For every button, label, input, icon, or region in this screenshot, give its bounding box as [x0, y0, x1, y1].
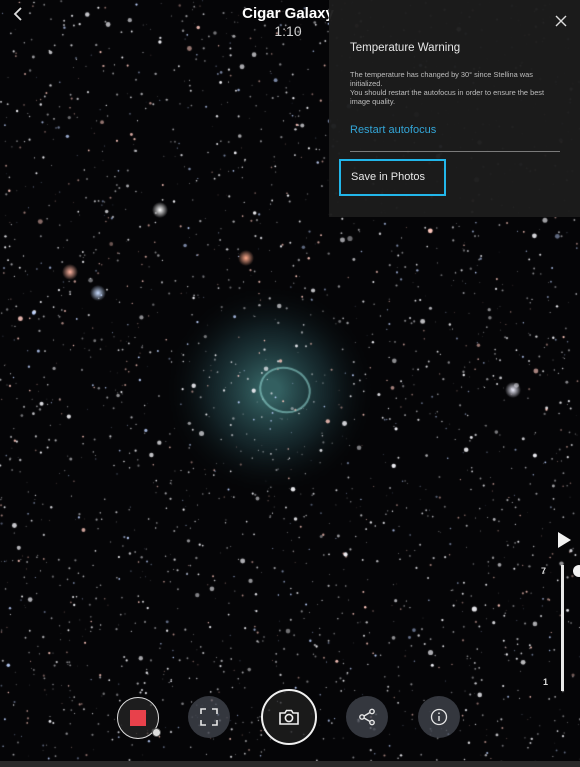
- warning-body-line1: The temperature has changed by 30° since…: [350, 70, 533, 88]
- capture-button[interactable]: [261, 689, 317, 745]
- restart-autofocus-link[interactable]: Restart autofocus: [350, 124, 436, 136]
- frame-button[interactable]: [188, 696, 230, 738]
- record-status-dot: [152, 728, 161, 737]
- play-icon[interactable]: [556, 531, 572, 549]
- info-icon: [430, 708, 448, 726]
- info-button[interactable]: [418, 696, 460, 738]
- warning-body-line2: You should restart the autofocus in orde…: [350, 88, 545, 106]
- stack-slider-thumb[interactable]: [573, 565, 580, 577]
- back-icon[interactable]: [8, 6, 28, 26]
- save-in-photos-button[interactable]: Save in Photos: [339, 159, 446, 196]
- close-icon[interactable]: [552, 12, 570, 30]
- camera-icon: [279, 709, 299, 725]
- temperature-warning-panel: Temperature Warning The temperature has …: [329, 0, 580, 217]
- record-button[interactable]: [117, 697, 161, 739]
- slider-bottom-label: 1: [543, 677, 549, 687]
- bottom-strip: [0, 761, 580, 767]
- warning-title: Temperature Warning: [350, 42, 461, 54]
- stack-slider-track[interactable]: [561, 565, 564, 691]
- share-icon: [359, 708, 375, 726]
- divider: [350, 151, 560, 152]
- share-button[interactable]: [346, 696, 388, 738]
- warning-body: The temperature has changed by 30° since…: [350, 70, 565, 106]
- frame-icon: [200, 708, 218, 726]
- slider-top-label: 7: [541, 566, 547, 576]
- record-stop-icon: [130, 710, 146, 726]
